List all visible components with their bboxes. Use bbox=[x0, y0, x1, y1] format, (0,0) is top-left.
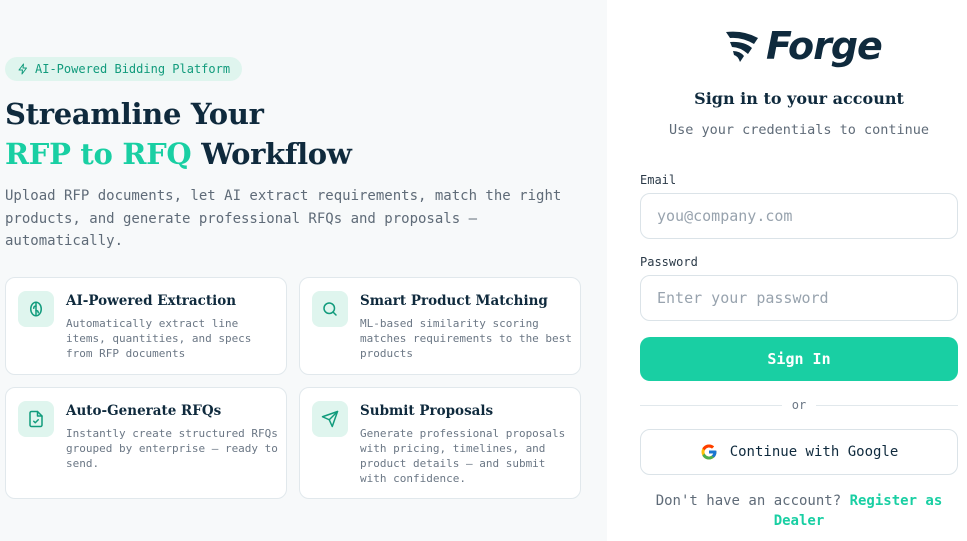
brand-logo: Forge bbox=[722, 24, 883, 68]
password-label: Password bbox=[640, 255, 698, 269]
google-icon bbox=[701, 444, 717, 460]
or-divider: or bbox=[640, 397, 959, 413]
signin-title: Sign in to your account bbox=[694, 89, 904, 108]
divider-line bbox=[640, 404, 782, 406]
hero-accent: RFP to RFQ bbox=[5, 137, 192, 171]
email-label: Email bbox=[640, 173, 677, 187]
feature-title: AI-Powered Extraction bbox=[66, 293, 237, 309]
brain-icon bbox=[30, 301, 42, 317]
search-icon bbox=[323, 302, 337, 316]
signin-button[interactable]: Sign In bbox=[640, 337, 958, 381]
brand-name: Forge bbox=[766, 24, 883, 68]
feature-card-rfq: Auto-Generate RFQs Instantly create stru… bbox=[5, 387, 287, 499]
zap-icon bbox=[18, 63, 27, 75]
hero-line-2: RFP to RFQ Workflow bbox=[5, 134, 352, 174]
google-signin-button[interactable]: Continue with Google bbox=[640, 429, 958, 475]
hero-line-1: Streamline Your bbox=[5, 97, 264, 131]
auth-panel: Forge Sign in to your account Use your c… bbox=[607, 0, 967, 541]
or-label: or bbox=[791, 398, 807, 412]
password-field[interactable] bbox=[640, 275, 958, 321]
hero-rest: Workflow bbox=[201, 137, 352, 171]
send-icon bbox=[321, 410, 339, 428]
feature-description: ML-based similarity scoring matches requ… bbox=[360, 317, 572, 360]
feature-description: Instantly create structured RFQs grouped… bbox=[66, 427, 278, 470]
divider-line bbox=[816, 404, 959, 406]
google-label: Continue with Google bbox=[729, 444, 899, 460]
signin-subtitle: Use your credentials to continue bbox=[668, 122, 930, 138]
register-prompt: Don't have an account? Register as Deale… bbox=[640, 491, 958, 531]
hero-description: Upload RFP documents, let AI extract req… bbox=[5, 188, 562, 249]
feature-title: Submit Proposals bbox=[360, 403, 494, 419]
feature-description: Automatically extract line items, quanti… bbox=[66, 317, 252, 360]
hero-heading: Streamline Your RFP to RFQ Workflow bbox=[5, 94, 352, 174]
feature-card-extraction: AI-Powered Extraction Automatically extr… bbox=[5, 277, 287, 375]
forge-logo-icon bbox=[726, 31, 758, 62]
file-check-icon bbox=[29, 410, 43, 428]
marketing-panel: AI-Powered Bidding Platform Streamline Y… bbox=[0, 0, 607, 541]
email-field[interactable] bbox=[640, 193, 958, 239]
register-text: Don't have an account? bbox=[655, 493, 842, 509]
feature-description: Generate professional proposals with pri… bbox=[360, 427, 566, 485]
feature-title: Auto-Generate RFQs bbox=[66, 403, 222, 419]
badge-label: AI-Powered Bidding Platform bbox=[35, 62, 231, 76]
feature-card-matching: Smart Product Matching ML-based similari… bbox=[299, 277, 581, 375]
feature-card-proposals: Submit Proposals Generate professional p… bbox=[299, 387, 581, 499]
platform-badge: AI-Powered Bidding Platform bbox=[5, 57, 243, 81]
feature-title: Smart Product Matching bbox=[360, 293, 548, 309]
